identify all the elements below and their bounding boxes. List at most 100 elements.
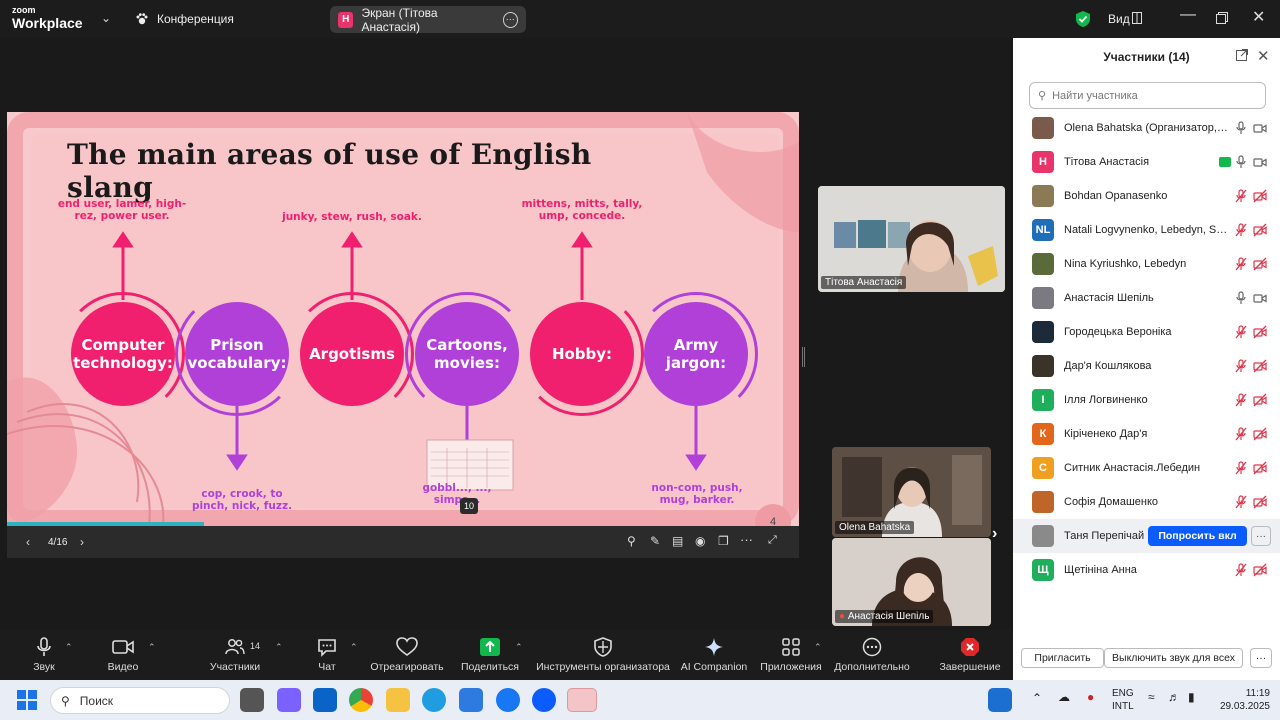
tray-expand-icon[interactable]: ⌃ xyxy=(1032,692,1042,705)
participants-options-caret[interactable]: ⌃ xyxy=(275,642,283,653)
chevron-down-icon[interactable]: ⌄ xyxy=(101,11,111,25)
restore-icon[interactable] xyxy=(1216,12,1228,24)
microphone-icon[interactable] xyxy=(1235,291,1247,305)
participant-row[interactable]: С Ситник Анастасія.Лебедин xyxy=(1013,451,1280,485)
participant-row[interactable]: Bohdan Opanasenko xyxy=(1013,179,1280,213)
chrome-icon[interactable] xyxy=(349,688,373,712)
chat-options-caret[interactable]: ⌃ xyxy=(350,642,358,653)
participant-row[interactable]: Nina Kyriushko, Lebedyn xyxy=(1013,247,1280,281)
screen-share-pill[interactable]: Н Экран (Тітова Анастасія) ··· xyxy=(330,6,526,34)
audio-icon[interactable]: ◉ xyxy=(695,534,705,548)
close-window-icon[interactable]: ✕ xyxy=(1252,7,1265,27)
microphone-icon[interactable] xyxy=(1235,155,1247,169)
mic-muted-icon[interactable] xyxy=(1235,189,1247,203)
video-tile[interactable]: ● Анастасія Шепіль xyxy=(832,538,991,626)
collapse-icon[interactable]: ⤢ xyxy=(768,534,777,547)
microphone-icon[interactable] xyxy=(1235,121,1247,135)
mic-muted-icon[interactable] xyxy=(1235,495,1247,509)
camera-off-icon[interactable] xyxy=(1253,393,1267,407)
minimize-icon[interactable]: — xyxy=(1180,6,1196,24)
taskbar-search[interactable]: ⚲ Поиск xyxy=(50,687,230,714)
more-button[interactable]: Дополнительно xyxy=(832,630,912,680)
end-meeting-button[interactable]: Завершение xyxy=(938,630,1002,680)
snipping-tool-icon[interactable] xyxy=(277,688,301,712)
camera-off-icon[interactable] xyxy=(1253,325,1267,339)
participant-row[interactable]: Дар'я Кошлякова xyxy=(1013,349,1280,383)
participant-row[interactable]: Olena Bahatska (Организатор, я) xyxy=(1013,111,1280,145)
video-tile[interactable]: Olena Bahatska xyxy=(832,447,991,537)
more-icon[interactable]: ··· xyxy=(502,11,518,28)
video-tile[interactable]: Тітова Анастасія xyxy=(818,186,1005,292)
audio-button[interactable]: Звук xyxy=(26,630,62,680)
zoom-icon[interactable]: ⚲ xyxy=(627,534,636,548)
camera-icon[interactable] xyxy=(1253,291,1267,305)
chat-button[interactable]: Чат xyxy=(313,630,341,680)
video-button[interactable]: Видео xyxy=(100,630,146,680)
mic-muted-icon[interactable] xyxy=(1235,359,1247,373)
presentation-app-icon[interactable] xyxy=(567,688,597,712)
ask-unmute-button[interactable]: Попросить вкл xyxy=(1148,526,1247,546)
view-menu-label[interactable]: Вид xyxy=(1108,12,1130,26)
outlook-icon[interactable] xyxy=(313,688,337,712)
participant-row[interactable]: Щ Щетініна Анна xyxy=(1013,553,1280,587)
task-view-icon[interactable] xyxy=(240,688,264,712)
share-button[interactable]: Поделиться xyxy=(459,630,521,680)
volume-icon[interactable]: ♬ xyxy=(1168,691,1180,704)
participants-button[interactable]: Участники xyxy=(205,630,265,680)
more-icon[interactable]: ··· xyxy=(740,532,753,547)
panel-more-button[interactable]: ··· xyxy=(1250,648,1272,668)
store-icon[interactable] xyxy=(459,688,483,712)
mic-muted-icon[interactable] xyxy=(1235,563,1247,577)
ai-companion-button[interactable]: AI Companion xyxy=(680,630,748,680)
mic-muted-icon[interactable] xyxy=(1235,393,1247,407)
mic-muted-icon[interactable] xyxy=(1235,461,1247,475)
share-options-caret[interactable]: ⌃ xyxy=(515,642,523,653)
participant-row[interactable]: NL Natali Logvynenko, Lebedyn, Sum... xyxy=(1013,213,1280,247)
mic-muted-icon[interactable] xyxy=(1235,257,1247,271)
camera-off-icon[interactable] xyxy=(1253,495,1267,509)
mic-muted-icon[interactable] xyxy=(1235,427,1247,441)
windows-start-icon[interactable] xyxy=(17,690,37,710)
cloud-icon[interactable]: ☁ xyxy=(1058,691,1070,704)
clock[interactable]: 11:19 29.03.2025 xyxy=(1214,687,1270,713)
participant-row[interactable]: Софія Домашенко xyxy=(1013,485,1280,519)
audio-options-caret[interactable]: ⌃ xyxy=(65,642,73,653)
participant-search-input[interactable]: ⚲ Найти участника xyxy=(1029,82,1266,109)
facebook-icon[interactable] xyxy=(496,688,520,712)
camera-off-icon[interactable] xyxy=(1253,359,1267,373)
camera-off-icon[interactable] xyxy=(1253,189,1267,203)
camera-off-icon[interactable] xyxy=(1253,563,1267,577)
react-button[interactable]: Отреагировать xyxy=(369,630,445,680)
camera-off-icon[interactable] xyxy=(1253,427,1267,441)
camera-off-icon[interactable] xyxy=(1253,257,1267,271)
captions-icon[interactable]: ▤ xyxy=(672,534,683,548)
close-panel-icon[interactable]: ✕ xyxy=(1257,47,1270,65)
widget-icon[interactable] xyxy=(988,688,1012,712)
zoom-app-icon[interactable] xyxy=(532,688,556,712)
prev-slide-icon[interactable]: ‹ xyxy=(26,535,30,549)
participant-row[interactable]: Городецька Вероніка xyxy=(1013,315,1280,349)
participant-row[interactable]: К Кіріченеко Дар'я xyxy=(1013,417,1280,451)
chevron-right-icon[interactable]: › xyxy=(992,525,997,543)
pen-icon[interactable]: ✎ xyxy=(650,534,660,548)
participant-row[interactable]: І Ілля Логвиненко xyxy=(1013,383,1280,417)
camera-icon[interactable] xyxy=(1253,121,1267,135)
view-grid-icon[interactable] xyxy=(1132,12,1142,24)
language-indicator[interactable]: ENG INTL xyxy=(1112,687,1134,713)
file-explorer-icon[interactable] xyxy=(386,688,410,712)
mic-tray-icon[interactable]: ● xyxy=(1087,691,1094,704)
host-tools-button[interactable]: Инструменты организатора xyxy=(536,630,670,680)
camera-off-icon[interactable] xyxy=(1253,461,1267,475)
splitter-handle[interactable] xyxy=(802,347,805,367)
invite-button[interactable]: Пригласить xyxy=(1021,648,1104,668)
wifi-icon[interactable]: ≈ xyxy=(1148,691,1155,704)
camera-off-icon[interactable] xyxy=(1253,223,1267,237)
mute-all-button[interactable]: Выключить звук для всех xyxy=(1104,648,1243,668)
mic-muted-icon[interactable] xyxy=(1235,223,1247,237)
apps-button[interactable]: Приложения xyxy=(758,630,824,680)
battery-icon[interactable]: ▮ xyxy=(1188,691,1195,704)
mic-muted-icon[interactable] xyxy=(1235,325,1247,339)
apps-options-caret[interactable]: ⌃ xyxy=(814,642,822,653)
video-options-caret[interactable]: ⌃ xyxy=(148,642,156,653)
meeting-info-button[interactable]: Конференция xyxy=(135,12,234,26)
